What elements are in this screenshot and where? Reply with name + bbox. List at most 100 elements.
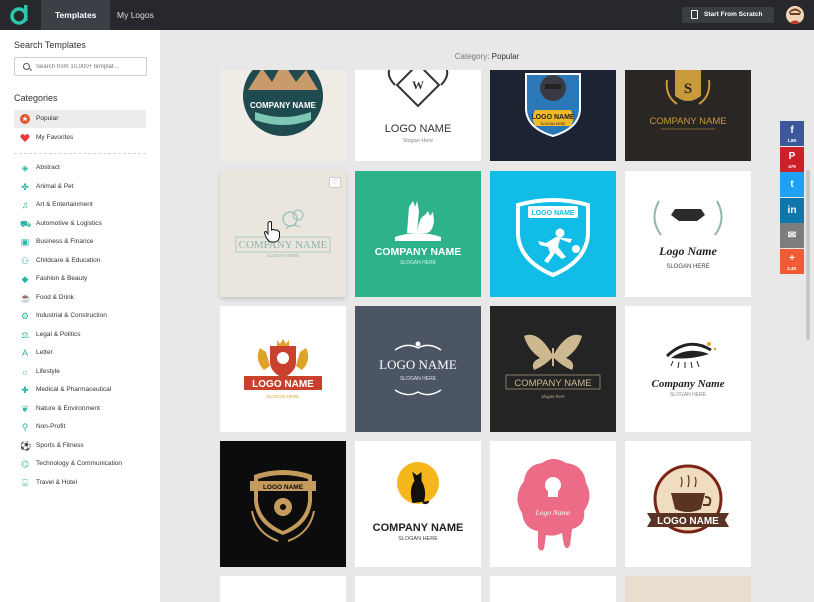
category-label: Nature & Environment (36, 404, 100, 412)
template-name: LOGO NAME (263, 484, 304, 491)
start-from-scratch-button[interactable]: Start From Scratch (682, 7, 774, 23)
template-card[interactable]: COMPANY NAME SLOGAN HERE (355, 171, 481, 297)
facebook-icon: f (790, 125, 794, 136)
category-item[interactable]: ⌸ Travel & Hotel (14, 474, 146, 492)
share-count: 479 (788, 163, 796, 169)
template-slogan: SLOGAN HERE (666, 264, 709, 270)
scrollbar[interactable] (806, 170, 810, 340)
music-icon: ♫ (21, 200, 29, 210)
template-slogan: SLOGAN HERE (267, 394, 300, 399)
template-slogan: SLOGAN HERE (267, 253, 300, 258)
search-input[interactable] (36, 61, 144, 73)
category-item[interactable]: ✤ Animal & Pet (14, 178, 146, 196)
category-popular[interactable]: Popular (14, 110, 146, 128)
template-card[interactable] (490, 576, 616, 602)
template-name: LOGO NAME (379, 357, 457, 372)
category-item[interactable]: ▣ Business & Finance (14, 233, 146, 251)
category-item[interactable]: ♫ Art & Entertainment (14, 196, 146, 214)
search-box[interactable] (14, 57, 147, 76)
template-card[interactable]: COMPANY NAME slogan here (490, 306, 616, 432)
category-item[interactable]: ⌬ Technology & Communication (14, 455, 146, 473)
template-card[interactable]: COMPANY NAME SLOGAN HERE ♡ (220, 171, 346, 297)
template-card[interactable]: COMPANY NAME SLOGAN HERE (355, 441, 481, 567)
ribbon-icon: ⚲ (21, 422, 29, 432)
start-from-scratch-label: Start From Scratch (704, 11, 763, 18)
share-count: 1.8K (787, 138, 797, 143)
email-share-button[interactable]: ✉ (780, 223, 804, 248)
template-name: LOGO NAME (531, 210, 574, 217)
template-card[interactable]: LOGO NAME SLOGAN HERE (220, 306, 346, 432)
template-card[interactable] (625, 576, 751, 602)
template-card[interactable]: LOGO NAME SLOGAN HERE (355, 306, 481, 432)
category-label: Travel & Hotel (36, 478, 77, 486)
category-item[interactable]: ⚲ Non-Profit (14, 418, 146, 436)
category-heading: Category: Popular (160, 52, 814, 61)
category-item[interactable]: ⚽ Sports & Fitness (14, 437, 146, 455)
lifestyle-icon: ☼ (20, 366, 30, 377)
pinterest-share-button[interactable]: P 479 (780, 146, 804, 172)
template-name: Logo Name (535, 508, 571, 517)
app-logo-icon[interactable] (9, 4, 30, 25)
template-slogan: SLOGAN HERE (540, 122, 566, 126)
paw-icon: ✤ (21, 181, 29, 192)
template-name: COMPANY NAME (239, 239, 328, 251)
template-card[interactable]: LOGO NAME (625, 441, 751, 567)
facebook-share-button[interactable]: f 1.8K (780, 121, 804, 146)
share-count: 2.4K (787, 265, 797, 271)
template-card[interactable] (220, 576, 346, 602)
category-label: Letter (36, 349, 53, 356)
template-card[interactable]: Company Name SLOGAN HERE (625, 306, 751, 432)
template-slogan: Slogan Here (403, 138, 434, 144)
template-card[interactable] (355, 576, 481, 602)
diamond-icon: ◆ (21, 274, 29, 284)
twitter-share-button[interactable]: t (780, 172, 804, 197)
category-label: Popular (36, 115, 59, 122)
template-name: Logo Name (658, 244, 717, 258)
template-card[interactable]: LOGO NAME (220, 441, 346, 567)
category-label: Automotive & Logistics (36, 219, 102, 227)
medical-icon: ✚ (21, 385, 29, 395)
category-label: Food & Drink (36, 293, 74, 301)
share-plus-share-button[interactable]: +2.4K (780, 248, 804, 274)
category-item[interactable]: ✚ Medical & Pharmaceutical (14, 381, 146, 399)
star-icon (20, 114, 30, 124)
template-card[interactable]: W LOGO NAME Slogan Here (355, 70, 481, 161)
avatar[interactable] (786, 6, 804, 24)
template-slogan: SLOGAN HERE (670, 392, 707, 398)
template-card[interactable]: Logo Name SLOGAN HERE (625, 171, 751, 297)
top-bar: Templates My Logos Start From Scratch (0, 0, 814, 30)
category-item[interactable]: ☼ Lifestyle (14, 363, 146, 381)
category-label: Business & Finance (36, 238, 94, 245)
abstract-icon: ◈ (21, 163, 29, 173)
category-item[interactable]: ☕ Food & Drink (14, 289, 146, 307)
favorite-heart-icon[interactable]: ♡ (329, 177, 341, 188)
category-label: Non-Profit (36, 423, 66, 430)
template-slogan: slogan here (541, 395, 565, 400)
tab-my-logos[interactable]: My Logos (103, 0, 168, 30)
category-item[interactable]: ❦ Nature & Environment (14, 400, 146, 418)
template-card[interactable]: S COMPANY NAME (625, 70, 751, 161)
template-name: LOGO NAME (531, 114, 574, 121)
tab-templates[interactable]: Templates (41, 0, 111, 30)
category-item[interactable]: ⚙ Industrial & Construction (14, 307, 146, 325)
linkedin-share-button[interactable]: in (780, 197, 804, 223)
template-slogan: SLOGAN HERE (400, 260, 437, 266)
hand-cursor-icon (264, 221, 280, 243)
template-card[interactable]: LOGO NAME SLOGAN HERE (490, 70, 616, 161)
category-label: Medical & Pharmaceutical (36, 386, 112, 393)
category-label: Animal & Pet (36, 182, 74, 190)
category-item[interactable]: ◈ Abstract (14, 159, 146, 177)
category-item[interactable]: ⛟ Automotive & Logistics (14, 215, 146, 233)
template-name: Company Name (651, 378, 724, 390)
category-label: Childcare & Education (36, 256, 101, 264)
category-my-favorites[interactable]: My Favorites (14, 129, 146, 147)
template-card[interactable]: LOGO NAME (490, 171, 616, 297)
category-item[interactable]: ⚇ Childcare & Education (14, 252, 146, 270)
category-item[interactable]: ◆ Fashion & Beauty (14, 270, 146, 288)
category-item[interactable]: ⚖ Legal & Politics (14, 326, 146, 344)
template-card[interactable]: COMPANY NAME (220, 70, 346, 161)
template-card[interactable]: Logo Name (490, 441, 616, 567)
education-icon: ⚇ (20, 255, 30, 266)
category-prefix: Category: (454, 52, 490, 61)
category-item[interactable]: A Letter (14, 344, 146, 362)
